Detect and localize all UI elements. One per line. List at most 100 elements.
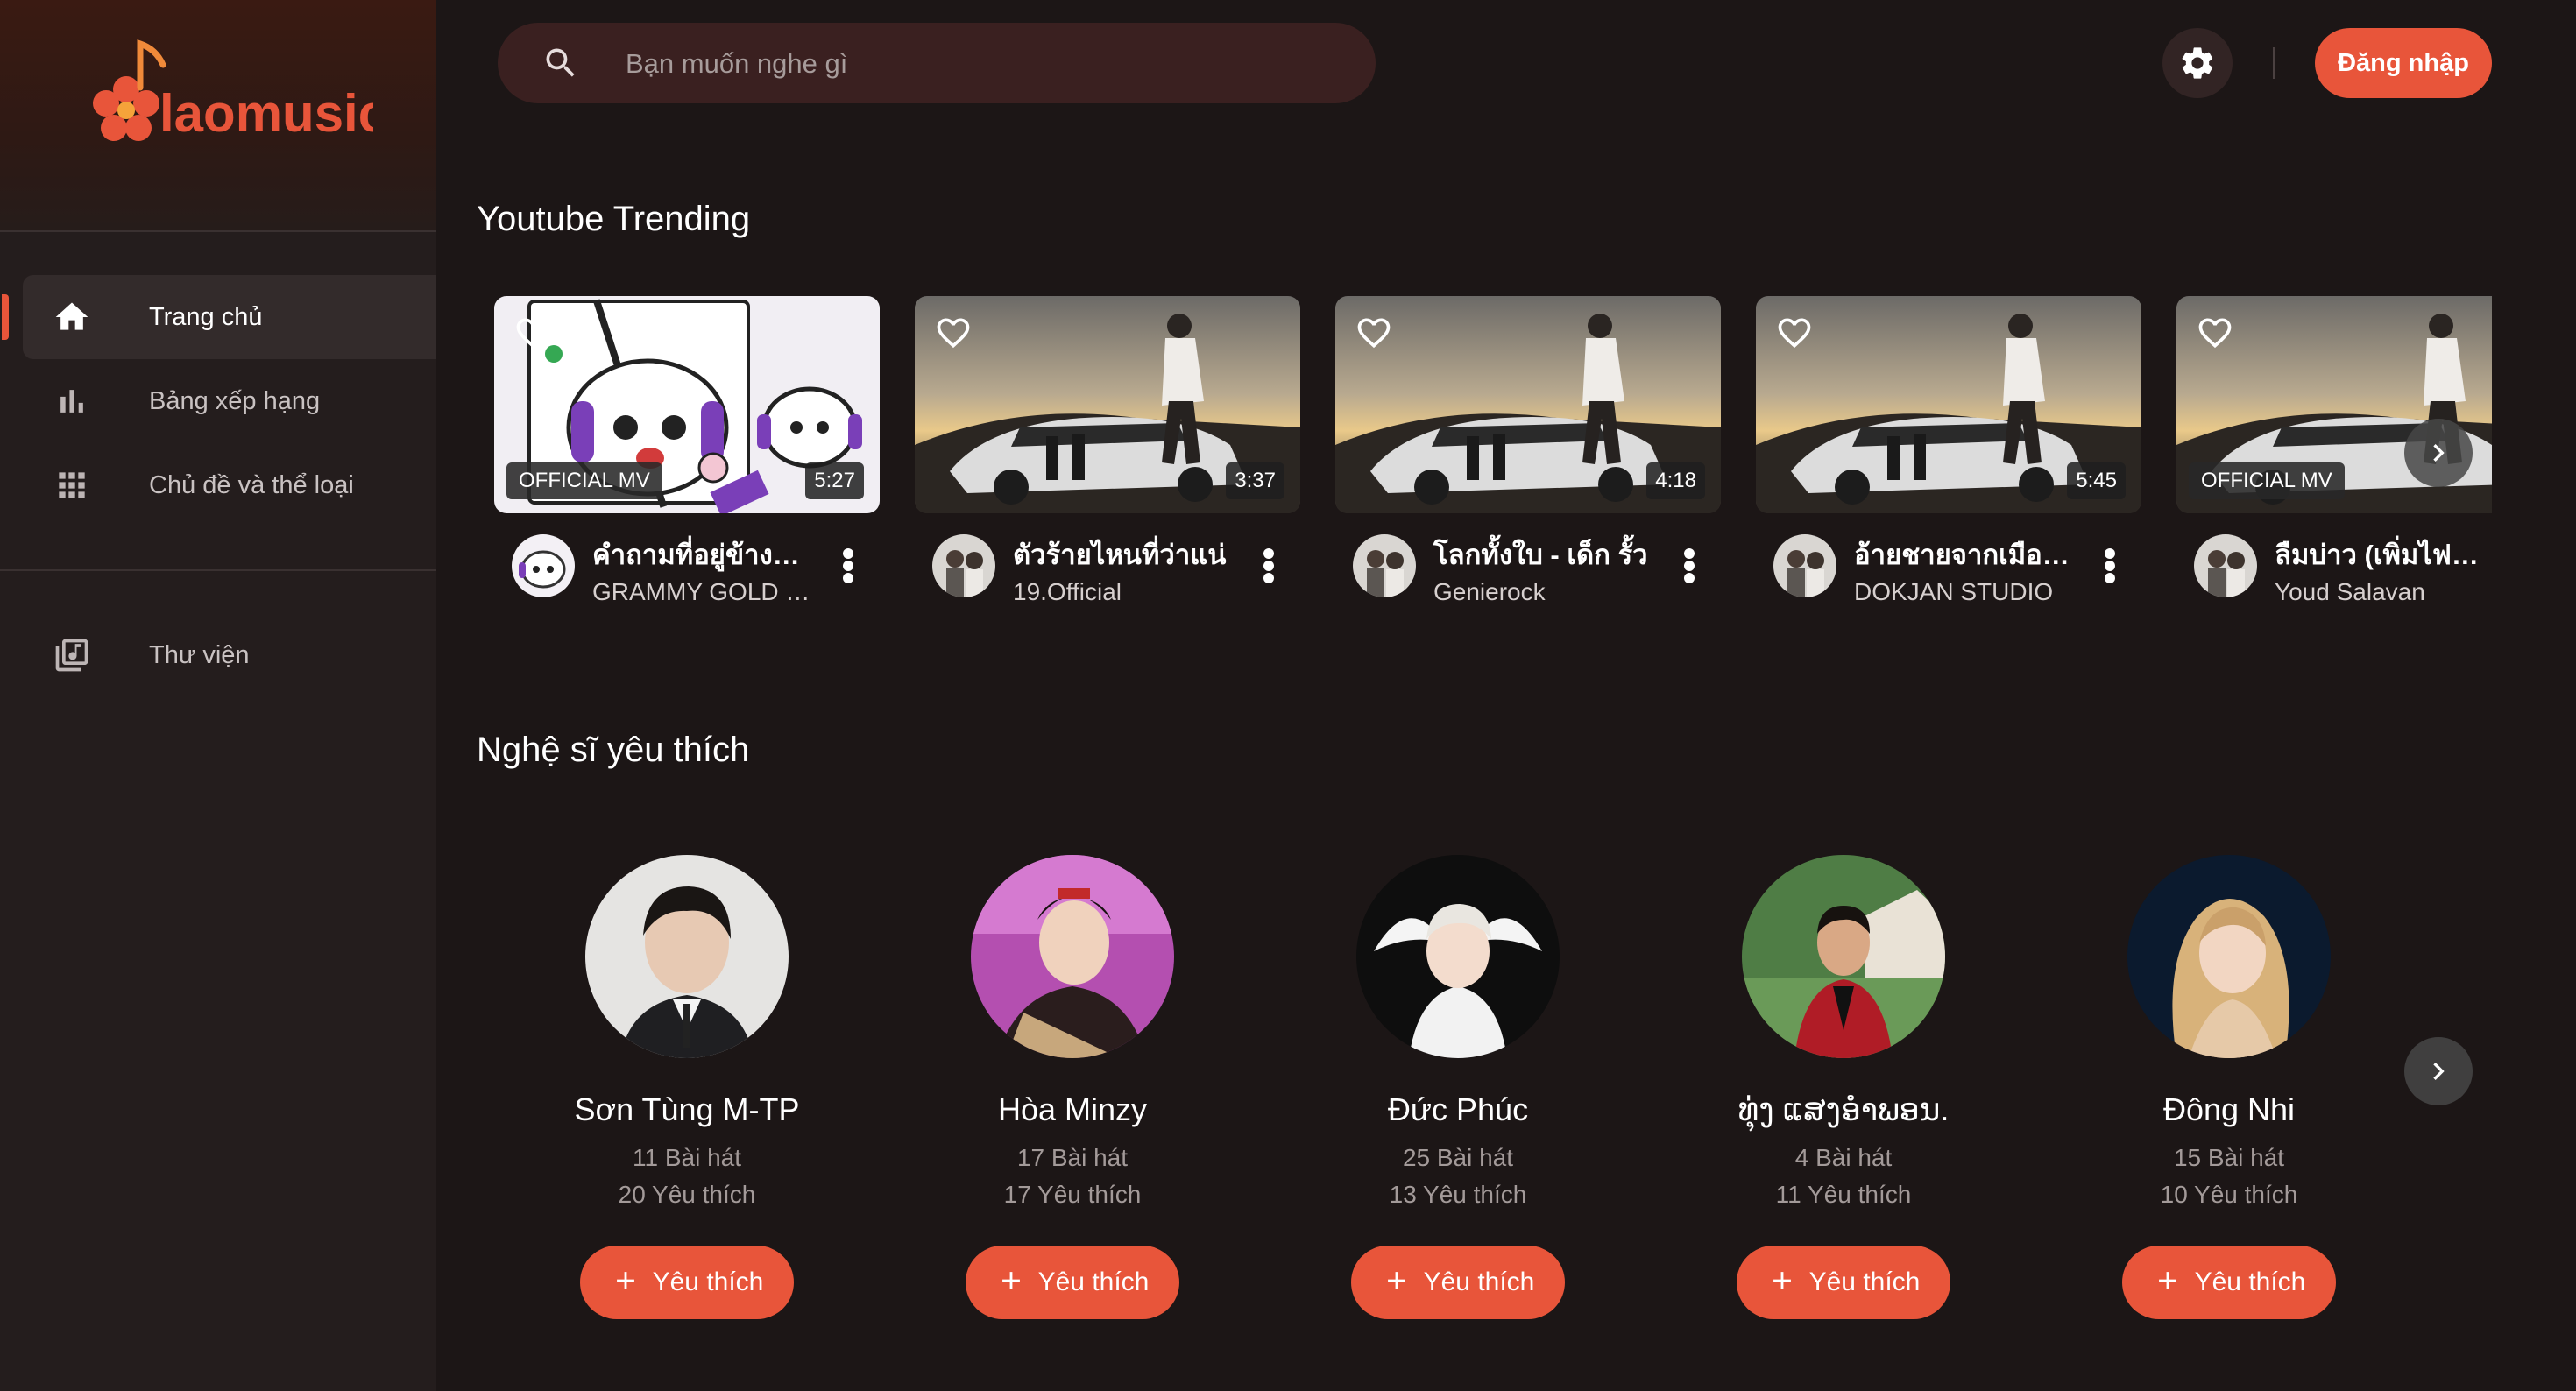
channel-avatar[interactable] [2194, 534, 2257, 597]
heart-icon[interactable] [1775, 314, 1814, 352]
artist-card[interactable]: ທຸ່ງ ແສງອຳພອນ. 4 Bài hát 11 Yêu thích Yê… [1651, 841, 2036, 1331]
video-badge: OFFICIAL MV [506, 462, 662, 499]
home-icon [55, 302, 88, 330]
channel-name[interactable]: Genierock [1433, 578, 1652, 606]
channel-name[interactable]: Youd Salavan [2275, 578, 2492, 606]
artist-name[interactable]: Hòa Minzy [880, 1091, 1265, 1128]
sidebar-item-library[interactable]: Thư viện [23, 613, 436, 697]
heart-icon[interactable] [1355, 314, 1393, 352]
video-thumbnail[interactable]: 4:18 [1335, 296, 1721, 513]
artist-name[interactable]: Đức Phúc [1265, 1091, 1651, 1128]
sidebar-item-charts[interactable]: Bảng xếp hạng [23, 359, 436, 443]
artist-song-count: 17 Bài hát [1016, 1144, 1129, 1171]
artist-avatar[interactable] [2127, 855, 2331, 1058]
video-thumbnail[interactable]: 5:45 [1756, 296, 2141, 513]
artist-like-count: 11 Yêu thích [1775, 1181, 1912, 1208]
video-title[interactable]: ตัวร้ายไหนที่ว่าแน่ [1013, 533, 1232, 576]
sidebar-divider [0, 569, 436, 571]
settings-button[interactable] [2162, 28, 2233, 98]
follow-artist-button[interactable]: Yêu thích [1737, 1246, 1950, 1319]
video-title[interactable]: ลืมบ่าว (เพิ่มไฟคัม) [2275, 533, 2492, 576]
heart-icon[interactable] [2196, 314, 2234, 352]
sidebar-header: laomusic [0, 0, 436, 230]
trending-carousel: OFFICIAL MV 5:27 คำถามที่อยู่ข้างหลังบทเ… [494, 296, 2492, 629]
search-icon[interactable] [541, 44, 580, 82]
laomusic-logo[interactable]: laomusic [75, 37, 373, 159]
sidebar-item-home[interactable]: Trang chủ [2, 275, 436, 359]
plus-icon [2158, 1272, 2176, 1289]
section-title-artists: Nghệ sĩ yêu thích [477, 731, 750, 769]
plus-icon [1387, 1272, 1405, 1289]
gear-icon [2182, 47, 2213, 79]
plus-icon [616, 1272, 634, 1289]
follow-label: Yêu thích [1037, 1267, 1150, 1296]
video-duration: 4:18 [1646, 462, 1705, 499]
artist-name[interactable]: Đông Nhi [2036, 1091, 2422, 1128]
artist-name[interactable]: Sơn Tùng M-TP [494, 1091, 880, 1128]
video-thumbnail[interactable]: 3:37 [915, 296, 1300, 513]
login-button[interactable]: Đăng nhập [2315, 28, 2492, 98]
video-duration: 3:37 [1226, 462, 1284, 499]
sidebar-item-label: Chủ đề và thể loại [149, 471, 354, 499]
video-title[interactable]: อ้ายชายจากเมืองลาว [1854, 533, 2073, 576]
more-options-icon[interactable] [2099, 545, 2120, 587]
plus-icon [1773, 1272, 1791, 1289]
video-title[interactable]: คำถามที่อยู่ข้างหลังบทเพลง [592, 533, 811, 576]
artist-card[interactable]: Hòa Minzy 17 Bài hát 17 Yêu thích Yêu th… [880, 841, 1265, 1331]
follow-artist-button[interactable]: Yêu thích [1351, 1246, 1565, 1319]
video-title[interactable]: โลกทั้งใบ - เด็ก รั้ว [1433, 533, 1652, 576]
video-card[interactable]: 4:18 โลกทั้งใบ - เด็ก รั้ว Genierock [1335, 296, 1721, 620]
artist-avatar[interactable] [971, 855, 1174, 1058]
artist-avatar[interactable] [585, 855, 789, 1058]
follow-label: Yêu thích [2194, 1267, 2306, 1296]
artist-like-count: 20 Yêu thích [618, 1181, 756, 1208]
sidebar-item-genres[interactable]: Chủ đề và thể loại [23, 443, 436, 527]
bar-chart-icon [60, 390, 83, 413]
video-badge: OFFICIAL MV [2189, 462, 2345, 499]
more-options-icon[interactable] [1258, 545, 1279, 587]
search-bar[interactable] [498, 23, 1376, 105]
artist-like-count: 17 Yêu thích [1003, 1181, 1142, 1208]
sidebar: laomusic Trang chủ Bảng xếp hạng Chủ đề … [0, 0, 436, 1391]
follow-label: Yêu thích [1808, 1267, 1921, 1296]
library-icon [55, 639, 88, 672]
video-card[interactable]: OFFICIAL MV 5:27 คำถามที่อยู่ข้างหลังบทเ… [494, 296, 880, 620]
channel-name[interactable]: GRAMMY GOLD OFFICIAL [592, 578, 811, 606]
heart-icon[interactable] [513, 314, 552, 352]
artist-song-count: 25 Bài hát [1402, 1144, 1514, 1171]
grid-icon [59, 472, 85, 498]
artist-name[interactable]: ທຸ່ງ ແສງອຳພອນ. [1651, 1091, 2036, 1128]
artist-avatar[interactable] [1356, 855, 1560, 1058]
more-options-icon[interactable] [838, 545, 859, 587]
artist-card[interactable]: Sơn Tùng M-TP 11 Bài hát 20 Yêu thích Yê… [494, 841, 880, 1331]
channel-name[interactable]: DOKJAN STUDIO [1854, 578, 2073, 606]
sidebar-divider [0, 230, 436, 232]
channel-avatar[interactable] [1773, 534, 1836, 597]
follow-artist-button[interactable]: Yêu thích [580, 1246, 794, 1319]
follow-artist-button[interactable]: Yêu thích [966, 1246, 1179, 1319]
logo-wordmark: laomusic [159, 84, 373, 143]
channel-avatar[interactable] [1353, 534, 1416, 597]
active-indicator [2, 294, 9, 340]
sidebar-item-label: Thư viện [149, 641, 250, 669]
follow-artist-button[interactable]: Yêu thích [2122, 1246, 2336, 1319]
artist-avatar[interactable] [1742, 855, 1945, 1058]
video-card[interactable]: 3:37 ตัวร้ายไหนที่ว่าแน่ 19.Official [915, 296, 1300, 620]
artist-card[interactable]: Đông Nhi 15 Bài hát 10 Yêu thích Yêu thí… [2036, 841, 2422, 1331]
channel-avatar[interactable] [512, 534, 575, 597]
trending-next-button[interactable] [2404, 419, 2473, 487]
artists-next-button[interactable] [2404, 1037, 2473, 1105]
search-input[interactable] [624, 23, 1346, 105]
artist-song-count: 15 Bài hát [2173, 1144, 2285, 1171]
chevron-right-icon [2433, 444, 2445, 462]
artist-card[interactable]: Đức Phúc 25 Bài hát 13 Yêu thích Yêu thí… [1265, 841, 1651, 1331]
more-options-icon[interactable] [1679, 545, 1700, 587]
follow-label: Yêu thích [1423, 1267, 1535, 1296]
heart-icon[interactable] [934, 314, 973, 352]
artists-carousel: Sơn Tùng M-TP 11 Bài hát 20 Yêu thích Yê… [494, 841, 2492, 1331]
artist-like-count: 13 Yêu thích [1389, 1181, 1527, 1208]
channel-name[interactable]: 19.Official [1013, 578, 1232, 606]
channel-avatar[interactable] [932, 534, 995, 597]
video-thumbnail[interactable]: OFFICIAL MV 5:27 [494, 296, 880, 513]
video-card[interactable]: 5:45 อ้ายชายจากเมืองลาว DOKJAN STUDIO [1756, 296, 2141, 620]
